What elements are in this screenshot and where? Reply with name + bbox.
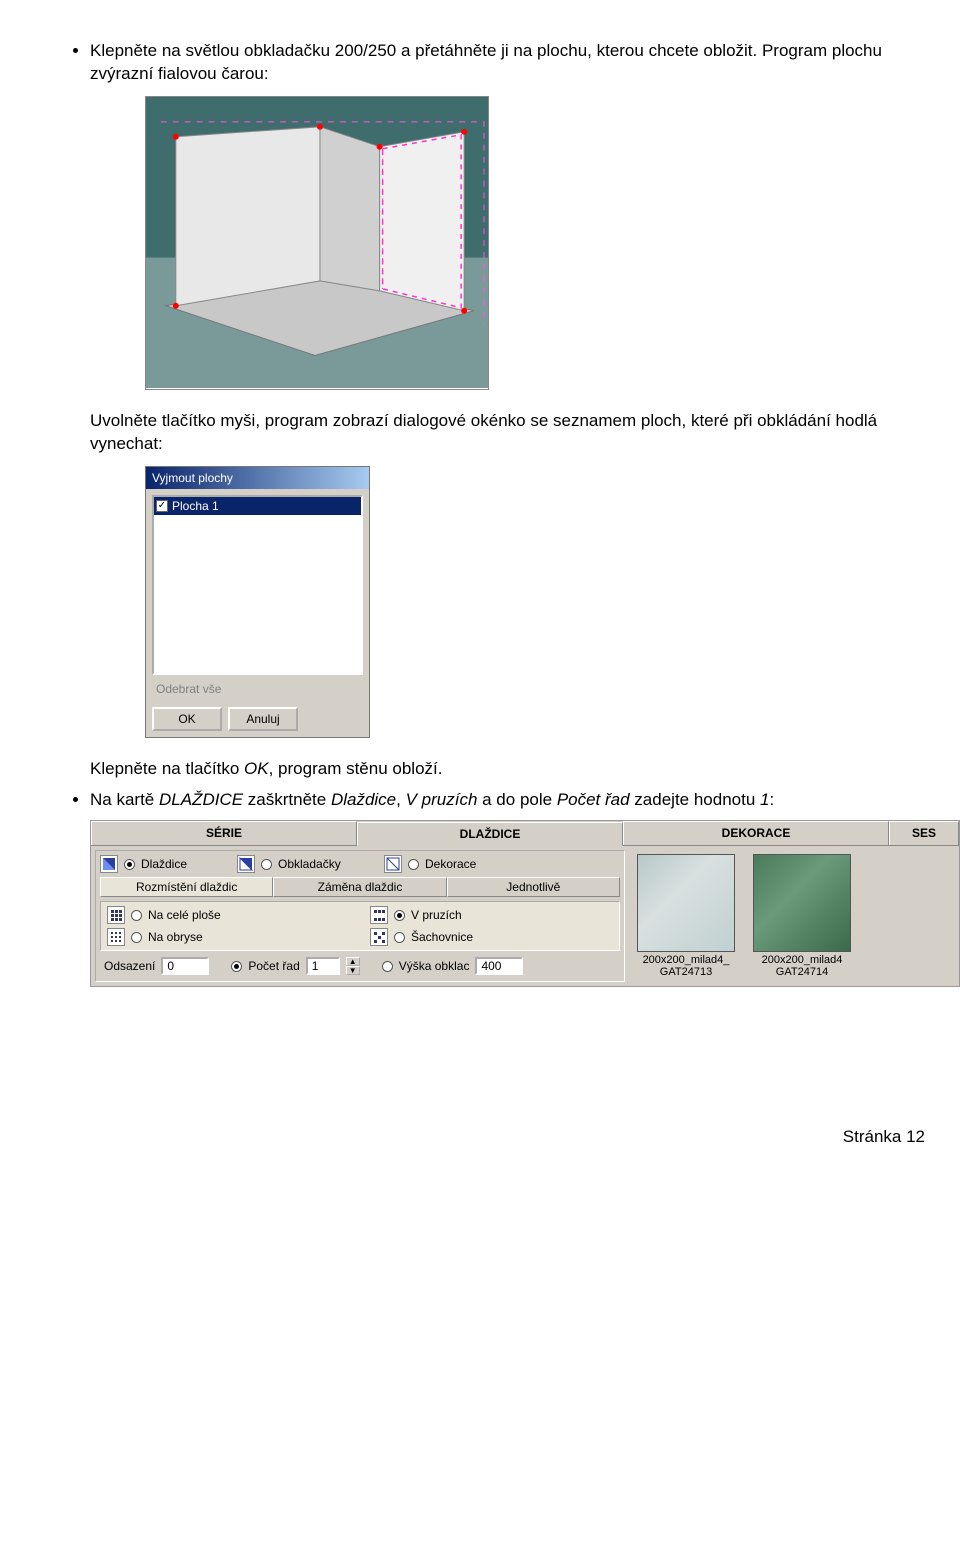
tile-type-icon <box>100 855 118 873</box>
figure-tile-panel: SÉRIE DLAŽDICE DEKORACE SES Dlaždice Obk… <box>90 820 960 987</box>
bullet-2: Na kartě DLAŽDICE zaškrtněte Dlaždice, V… <box>90 789 925 812</box>
tile-swatch-a[interactable]: 200x200_milad4_ GAT24713 <box>637 854 735 982</box>
grid-checker-icon <box>370 928 388 946</box>
radio-sach-label: Šachovnice <box>411 930 473 944</box>
checkbox-icon[interactable]: ✓ <box>156 500 168 512</box>
tab-serie[interactable]: SÉRIE <box>91 821 357 845</box>
grid-full-icon <box>107 906 125 924</box>
subtab-jednotlive[interactable]: Jednotlivě <box>447 877 620 897</box>
dialog-title: Vyjmout plochy <box>146 467 369 489</box>
radio-v-pruzich[interactable] <box>394 910 405 921</box>
bullet-1-text-a: Klepněte na světlou obkladačku 200/250 a… <box>90 41 882 83</box>
grid-stripe-icon <box>370 906 388 924</box>
radio-na-obryse[interactable] <box>131 932 142 943</box>
dialog-cancel-button[interactable]: Anuluj <box>228 707 298 731</box>
spin-up-icon[interactable]: ▲ <box>346 957 360 966</box>
pocet-spinner[interactable]: ▲ ▼ <box>346 957 360 975</box>
radio-cela-plose[interactable] <box>131 910 142 921</box>
pocet-label: Počet řad <box>248 959 299 973</box>
bullet-1: Klepněte na světlou obkladačku 200/250 a… <box>90 40 925 781</box>
pocet-input[interactable] <box>306 957 340 975</box>
dialog-item-plocha1[interactable]: ✓ Plocha 1 <box>154 497 361 515</box>
grid-outline-icon <box>107 928 125 946</box>
radio-dlazdice-label: Dlaždice <box>141 857 231 871</box>
radio-obkladacky-label: Obkladačky <box>278 857 378 871</box>
spin-down-icon[interactable]: ▼ <box>346 966 360 975</box>
radio-vyska[interactable] <box>382 961 393 972</box>
tile-type-icon <box>237 855 255 873</box>
figure-dialog: Vyjmout plochy ✓ Plocha 1 Odebrat vše OK… <box>145 466 925 739</box>
dialog-listbox[interactable]: ✓ Plocha 1 <box>152 495 363 675</box>
radio-pruzy-label: V pruzích <box>411 908 462 922</box>
dialog-remove-all[interactable]: Odebrat vše <box>156 681 359 697</box>
subtab-rozmisteni[interactable]: Rozmístění dlaždic <box>100 877 273 897</box>
tile-label-a1: 200x200_milad4_ <box>637 954 735 966</box>
odsazeni-input[interactable] <box>161 957 209 975</box>
tile-label-b1: 200x200_milad4 <box>753 954 851 966</box>
tile-label-a2: GAT24713 <box>637 966 735 978</box>
tab-dlazdice[interactable]: DLAŽDICE <box>357 822 623 846</box>
bullet-1-text-b: Uvolněte tlačítko myši, program zobrazí … <box>90 411 877 453</box>
radio-obkladacky[interactable] <box>261 859 272 870</box>
tile-label-b2: GAT24714 <box>753 966 851 978</box>
vyska-input[interactable] <box>475 957 523 975</box>
tab-ses[interactable]: SES <box>889 821 959 845</box>
bullet-1-text-c-post: , program stěnu obloží. <box>269 759 443 778</box>
tab-dekorace[interactable]: DEKORACE <box>623 821 889 845</box>
vyska-label: Výška obklac <box>399 959 470 973</box>
odsazeni-label: Odsazení <box>104 959 155 973</box>
radio-dlazdice[interactable] <box>124 859 135 870</box>
bullet-1-text-c-ok: OK <box>244 759 269 778</box>
radio-sachovnice[interactable] <box>394 932 405 943</box>
page-footer: Stránka 12 <box>35 987 925 1147</box>
tile-type-icon <box>384 855 402 873</box>
radio-obrys-label: Na obryse <box>148 930 203 944</box>
radio-cela-label: Na celé ploše <box>148 908 221 922</box>
tile-swatch-b[interactable]: 200x200_milad4 GAT24714 <box>753 854 851 982</box>
tile-thumbnail <box>753 854 851 952</box>
radio-dekorace[interactable] <box>408 859 419 870</box>
radio-pocet-rad[interactable] <box>231 961 242 972</box>
tile-thumbnail <box>637 854 735 952</box>
dialog-ok-button[interactable]: OK <box>152 707 222 731</box>
subtab-zamena[interactable]: Záměna dlaždic <box>273 877 446 897</box>
bullet-1-text-c-pre: Klepněte na tlačítko <box>90 759 244 778</box>
dialog-item-label: Plocha 1 <box>172 498 219 514</box>
figure-3d-room <box>145 96 925 390</box>
radio-dekorace-label: Dekorace <box>425 857 476 871</box>
